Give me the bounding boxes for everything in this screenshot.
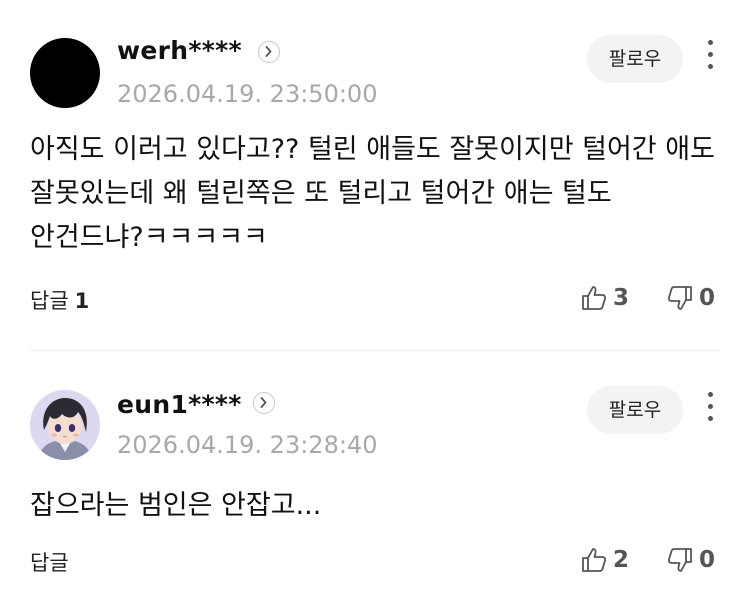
comment-item: werh**** 2026.04.19. 23:50:00 팔로우 아직도 이러… xyxy=(0,0,750,352)
comment-text: 아직도 이러고 있다고?? 털린 애들도 잘못이지만 털어간 애도 잘못있는데 … xyxy=(30,134,715,253)
timestamp: 2026.04.19. 23:50:00 xyxy=(117,80,378,108)
thumbs-up-icon xyxy=(582,548,607,572)
like-button[interactable]: 2 xyxy=(580,545,629,575)
dislike-button[interactable]: 0 xyxy=(666,545,715,575)
like-count: 2 xyxy=(613,547,630,573)
reply-button[interactable]: 답글 xyxy=(30,547,69,577)
avatar[interactable] xyxy=(30,390,100,460)
follow-button[interactable]: 팔로우 xyxy=(587,35,683,83)
comment-item: eun1**** 2026.04.19. 23:28:40 팔로우 잡으라는 범… xyxy=(0,352,750,605)
more-options-icon[interactable] xyxy=(700,392,720,428)
chevron-right-icon[interactable] xyxy=(258,41,280,63)
avatar[interactable] xyxy=(30,38,100,108)
dislike-button[interactable]: 0 xyxy=(666,283,715,313)
thumbs-down-icon xyxy=(667,548,692,572)
username[interactable]: werh**** xyxy=(117,36,242,65)
like-button[interactable]: 3 xyxy=(580,283,629,313)
like-count: 3 xyxy=(613,285,630,311)
thumbs-down-icon xyxy=(667,286,692,310)
more-options-icon[interactable] xyxy=(700,40,720,76)
reply-count: 1 xyxy=(74,289,90,313)
chevron-right-icon[interactable] xyxy=(253,392,275,414)
dislike-count: 0 xyxy=(699,285,716,311)
follow-button[interactable]: 팔로우 xyxy=(587,386,683,434)
dislike-count: 0 xyxy=(699,547,716,573)
reply-label: 답글 xyxy=(30,551,69,575)
divider xyxy=(30,350,720,351)
username[interactable]: eun1**** xyxy=(117,390,242,419)
reply-button[interactable]: 답글 1 xyxy=(30,285,89,315)
timestamp: 2026.04.19. 23:28:40 xyxy=(117,431,378,459)
comment-text: 잡으라는 범인은 안잡고... xyxy=(30,490,322,521)
thumbs-up-icon xyxy=(582,286,607,310)
reply-label: 답글 xyxy=(30,289,69,313)
